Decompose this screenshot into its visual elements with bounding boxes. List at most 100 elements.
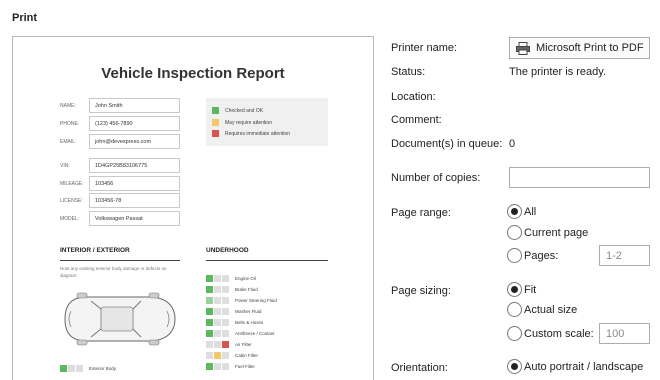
ok-check-icon (206, 285, 213, 293)
orientation-auto-label: Auto portrait / landscape (524, 361, 644, 373)
check-label: Antifreeze / Coolant (235, 330, 275, 336)
radio-selected-dot (511, 208, 518, 215)
ok-swatch-icon (212, 107, 219, 114)
radio-selected-dot (511, 286, 518, 293)
interior-heading: INTERIOR / EXTERIOR (60, 247, 130, 254)
empty-check-icon (214, 285, 221, 293)
interior-divider (60, 260, 180, 261)
check-belts-hoses: Belts & Hoses (206, 318, 263, 326)
empty-check-icon (214, 329, 221, 337)
queue-label: Document(s) in queue: (391, 138, 503, 150)
location-label: Location: (391, 91, 436, 103)
field-label-model: MODEL: (60, 216, 80, 222)
check-label: Air Filter (235, 341, 252, 347)
legend-attention: May require attention (212, 118, 272, 127)
check-label: Cabin Filter (235, 352, 259, 358)
empty-check-icon (222, 351, 229, 359)
empty-check-icon (222, 329, 229, 337)
range-all-label: All (524, 206, 537, 218)
ok-check-icon (206, 274, 213, 282)
empty-check-icon (214, 296, 221, 304)
empty-check-icon (222, 362, 229, 370)
field-value-vin: 1D4GP25B83106775 (89, 158, 180, 173)
sizing-fit-label: Fit (524, 284, 537, 296)
sizing-actual-label: Actual size (524, 304, 578, 316)
printer-select-button[interactable]: Microsoft Print to PDF (509, 37, 650, 59)
empty-check-icon (222, 307, 229, 315)
ok-check-icon (206, 329, 213, 337)
page-sizing-label: Page sizing: (391, 285, 451, 297)
ok-check-icon (206, 296, 213, 304)
printer-select-label: Microsoft Print to PDF (536, 42, 644, 54)
attention-swatch-icon (212, 119, 219, 126)
immediate-check-icon (222, 340, 229, 348)
field-value-phone: (123) 456-7890 (89, 116, 180, 131)
range-all-radio[interactable] (507, 204, 522, 219)
legend-immediate-label: Requires immediate attention (225, 130, 291, 137)
orientation-auto-radio[interactable] (507, 359, 522, 374)
queue-value: 0 (509, 138, 516, 150)
empty-check-icon (222, 318, 229, 326)
field-label-vin: VIN: (60, 163, 70, 169)
check-air-filter: Air Filter (206, 340, 252, 348)
car-diagram-icon (64, 292, 176, 346)
printer-icon (516, 41, 530, 55)
empty-check-icon (222, 285, 229, 293)
legend-immediate: Requires immediate attention (212, 129, 290, 138)
ok-check-icon (206, 362, 213, 370)
range-current-radio[interactable] (507, 225, 522, 240)
sizing-custom-radio[interactable] (507, 326, 522, 341)
pages-input[interactable] (599, 245, 650, 266)
report-legend: Checked and OK May require attention Req… (206, 98, 328, 146)
attention-check-icon (214, 351, 221, 359)
empty-check-icon (214, 318, 221, 326)
check-label: Power Steering Fluid (235, 297, 277, 303)
empty-check-icon (214, 274, 221, 282)
field-label-email: EMAIL: (60, 139, 77, 145)
check-brake-fluid: Brake Fluid (206, 285, 258, 293)
check-label: Exterior Body (89, 365, 117, 371)
status-label: Status: (391, 66, 426, 78)
ok-check-icon (206, 318, 213, 326)
ok-check-icon (60, 364, 67, 372)
range-current-label: Current page (524, 227, 589, 239)
field-label-phone: PHONE: (60, 121, 80, 127)
field-value-mileage: 103456 (89, 176, 180, 191)
copies-input[interactable] (509, 167, 650, 188)
report-title: Vehicle Inspection Report (101, 65, 285, 82)
empty-check-icon (214, 307, 221, 315)
legend-attention-label: May require attention (225, 119, 272, 126)
check-fuel-filter: Fuel Filter (206, 362, 255, 370)
underhood-divider (206, 260, 328, 261)
print-preview: Vehicle Inspection Report NAME: John Smi… (12, 36, 374, 380)
custom-scale-input[interactable] (599, 323, 650, 344)
sizing-actual-radio[interactable] (507, 302, 522, 317)
sizing-custom-label: Custom scale: (524, 328, 594, 340)
empty-check-icon (206, 351, 213, 359)
empty-check-icon (222, 296, 229, 304)
field-label-license: LICENSE: (60, 198, 83, 204)
field-value-name: John Smith (89, 98, 180, 113)
empty-check-icon (68, 364, 75, 372)
empty-check-icon (222, 274, 229, 282)
range-pages-radio[interactable] (507, 248, 522, 263)
field-value-email: john@devexpress.com (89, 134, 180, 149)
check-washer-fluid: Washer Fluid (206, 307, 261, 315)
dialog-title: Print (12, 12, 38, 24)
field-value-license: 103456-78 (89, 193, 180, 208)
empty-check-icon (206, 340, 213, 348)
check-label: Fuel Filter (235, 363, 256, 369)
legend-ok-label: Checked and OK (225, 107, 264, 114)
field-value-model: Volkswagen Passat (89, 211, 180, 226)
range-pages-label: Pages: (524, 250, 559, 262)
underhood-heading: UNDERHOOD (206, 247, 249, 254)
empty-check-icon (214, 340, 221, 348)
check-label: Brake Fluid (235, 286, 258, 292)
legend-ok: Checked and OK (212, 106, 263, 115)
check-label: Washer Fluid (235, 308, 262, 314)
sizing-fit-radio[interactable] (507, 282, 522, 297)
page-range-label: Page range: (391, 207, 451, 219)
interior-note: Note any existing exterior body damage o… (60, 266, 167, 278)
check-cabin-filter: Cabin Filter (206, 351, 258, 359)
immediate-swatch-icon (212, 130, 219, 137)
